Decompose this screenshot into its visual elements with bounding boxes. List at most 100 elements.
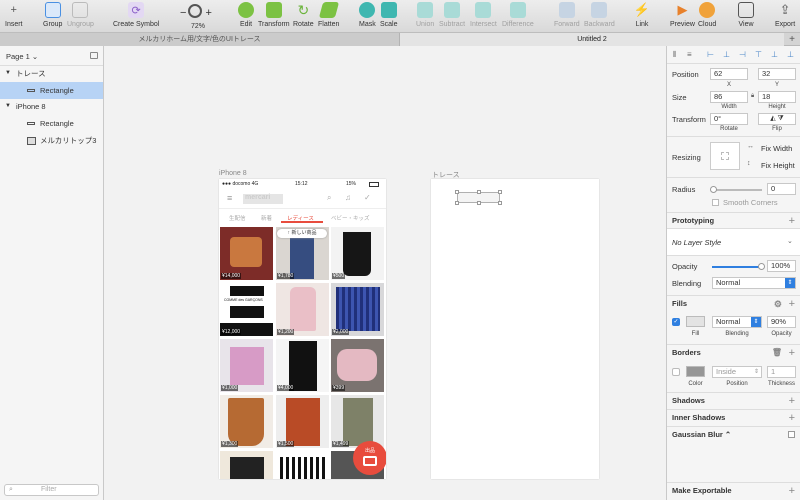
add-icon[interactable]: +: [789, 483, 795, 499]
align-top-icon[interactable]: ⊤: [755, 50, 762, 59]
intersect-button[interactable]: Intersect: [470, 2, 497, 28]
subtract-button[interactable]: Subtract: [439, 2, 465, 28]
fix-width-icon[interactable]: ↔: [747, 143, 754, 150]
fill-color-swatch[interactable]: [686, 316, 705, 327]
page-selector[interactable]: Page 1 ⌄: [0, 48, 103, 65]
layer-image[interactable]: メルカリトップ3: [0, 132, 103, 149]
gear-icon[interactable]: ⚙: [774, 296, 782, 312]
border-enabled-checkbox[interactable]: [672, 368, 680, 376]
make-exportable-section[interactable]: Make Exportable +: [667, 482, 800, 498]
canvas[interactable]: iPhone 8 トレース ●●● docomo 4G 15:12 15% ≡ …: [104, 46, 666, 500]
resize-handle[interactable]: [498, 201, 502, 205]
height-field[interactable]: 18: [758, 91, 796, 103]
fill-enabled-checkbox[interactable]: ✓: [672, 318, 680, 326]
transform-button[interactable]: Transform: [258, 2, 290, 28]
opacity-field[interactable]: 100%: [767, 260, 796, 272]
prototyping-section[interactable]: Prototyping +: [667, 212, 800, 228]
add-icon[interactable]: +: [789, 345, 795, 361]
position-y-field[interactable]: 32: [758, 68, 796, 80]
collapse-pages-icon[interactable]: [90, 52, 98, 59]
align-right-icon[interactable]: ⊣: [739, 50, 746, 59]
edit-button[interactable]: Edit: [238, 2, 254, 28]
resize-handle[interactable]: [498, 190, 502, 194]
align-bottom-icon[interactable]: ⊥: [787, 50, 794, 59]
radius-field[interactable]: 0: [767, 183, 796, 195]
cloud-button[interactable]: Cloud: [698, 2, 716, 28]
layer-filter[interactable]: ⌕ Filter: [4, 484, 99, 496]
shadows-section[interactable]: Shadows +: [667, 392, 800, 408]
distribute-horizontal-icon[interactable]: ⫴: [673, 50, 676, 60]
group-button[interactable]: Group: [43, 2, 62, 28]
resize-handle[interactable]: [477, 201, 481, 205]
preview-button[interactable]: ▶ Preview: [670, 2, 695, 28]
add-icon[interactable]: +: [789, 296, 795, 312]
resize-handle[interactable]: [477, 190, 481, 194]
fill-opacity-field[interactable]: 90%: [767, 316, 796, 328]
ungroup-button[interactable]: Ungroup: [67, 2, 94, 28]
create-symbol-button[interactable]: ⟳ Create Symbol: [113, 2, 159, 28]
slider-knob[interactable]: [710, 186, 717, 193]
blending-select[interactable]: Normal ⇕: [712, 277, 796, 289]
layer-rectangle[interactable]: Rectangle: [0, 115, 103, 132]
backward-button[interactable]: Backward: [584, 2, 615, 28]
tab-document-1[interactable]: メルカリホーム用/文字/色のUIトレース: [0, 33, 400, 46]
flip-horizontal-icon[interactable]: ◭: [770, 115, 775, 122]
trash-icon[interactable]: 🗑︎: [772, 345, 782, 361]
artboard-label-iphone8[interactable]: iPhone 8: [219, 170, 247, 177]
align-middle-icon[interactable]: ⊥: [771, 50, 778, 59]
radius-slider[interactable]: [710, 186, 762, 193]
rotate-button[interactable]: ↻ Rotate: [293, 2, 314, 29]
border-position-select[interactable]: Inside ⇕: [712, 366, 762, 378]
gaussian-blur-section[interactable]: Gaussian Blur ⌃: [667, 426, 800, 442]
resize-handle[interactable]: [455, 201, 459, 205]
smooth-corners-checkbox[interactable]: [712, 199, 719, 206]
fill-blend-select[interactable]: Normal ⇕: [712, 316, 762, 328]
forward-button[interactable]: Forward: [554, 2, 580, 28]
border-thickness-field[interactable]: 1: [767, 366, 796, 378]
fix-height-icon[interactable]: ↕: [747, 160, 751, 167]
opacity-slider[interactable]: [712, 263, 765, 270]
link-button[interactable]: ⚡ Link: [634, 2, 650, 28]
add-icon[interactable]: +: [789, 393, 795, 409]
align-left-icon[interactable]: ⊢: [707, 50, 714, 59]
add-icon[interactable]: +: [789, 213, 795, 229]
rotate-field[interactable]: 0°: [710, 113, 748, 125]
layer-artboard-trace[interactable]: ▼ トレース: [0, 65, 103, 82]
distribute-vertical-icon[interactable]: ≡: [687, 50, 692, 59]
flip-vertical-icon[interactable]: ⧩: [778, 115, 784, 122]
flip-buttons[interactable]: ◭ ⧩: [758, 113, 796, 125]
width-field[interactable]: 86: [710, 91, 748, 103]
new-tab-button[interactable]: +: [784, 33, 800, 46]
layer-rectangle-selected[interactable]: Rectangle: [0, 82, 103, 99]
resize-handle[interactable]: [455, 190, 459, 194]
sell-button[interactable]: 出品: [353, 441, 386, 475]
export-button[interactable]: ⇪ Export: [775, 2, 795, 28]
union-button[interactable]: Union: [416, 2, 434, 28]
layer-artboard-iphone8[interactable]: ▼ iPhone 8: [0, 98, 103, 115]
fix-width-label[interactable]: Fix Width: [761, 144, 792, 153]
zoom-in-button[interactable]: +: [205, 7, 211, 19]
artboard-trace[interactable]: [431, 179, 599, 479]
mask-button[interactable]: Mask: [359, 2, 376, 28]
lock-icon[interactable]: 🔒︎: [751, 93, 754, 100]
view-button[interactable]: View: [738, 2, 754, 28]
zoom-out-button[interactable]: −: [180, 7, 186, 19]
fix-height-label[interactable]: Fix Height: [761, 161, 795, 170]
fills-section[interactable]: Fills ⚙ +: [667, 295, 800, 311]
add-icon[interactable]: +: [789, 410, 795, 426]
artboard-iphone8[interactable]: ●●● docomo 4G 15:12 15% ≡ mercari ⌕ ♫ ✓ …: [219, 179, 386, 479]
position-x-field[interactable]: 62: [710, 68, 748, 80]
blur-enable-checkbox[interactable]: [788, 431, 795, 438]
tab-document-2[interactable]: Untitled 2: [400, 33, 784, 46]
inner-shadows-section[interactable]: Inner Shadows +: [667, 409, 800, 425]
flatten-button[interactable]: Flatten: [318, 2, 339, 28]
difference-button[interactable]: Difference: [502, 2, 534, 28]
border-color-swatch[interactable]: [686, 366, 705, 377]
layer-style-selector[interactable]: No Layer Style ⌄: [667, 228, 800, 256]
insert-button[interactable]: + Insert: [5, 2, 23, 28]
align-center-icon[interactable]: ⊥: [723, 50, 730, 59]
borders-section[interactable]: Borders 🗑︎ +: [667, 344, 800, 360]
scale-button[interactable]: Scale: [380, 2, 398, 28]
resizing-widget[interactable]: [710, 142, 740, 170]
slider-knob[interactable]: [758, 263, 765, 270]
